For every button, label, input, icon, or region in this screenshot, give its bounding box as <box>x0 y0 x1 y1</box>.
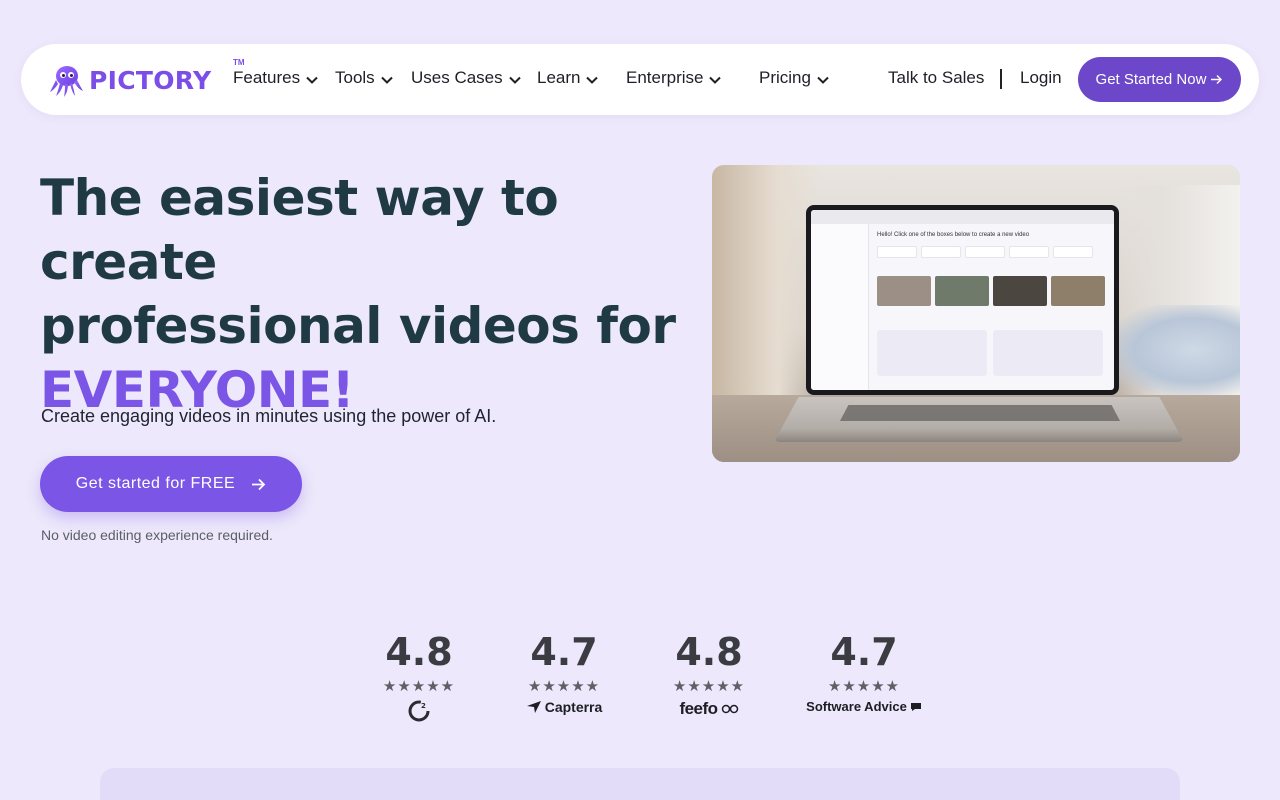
brand-name: Software Advice <box>806 699 907 714</box>
screen-option-box <box>1053 246 1093 258</box>
g2-logo-icon: 2 <box>349 699 489 723</box>
recent-project-thumb <box>1051 276 1105 306</box>
button-label: Get started for FREE <box>75 475 236 492</box>
nav-item-label: Enterprise <box>626 68 704 87</box>
button-label: Get Started Now <box>1095 71 1207 88</box>
chevron-down-icon <box>817 76 829 84</box>
capterra-logo-icon <box>526 701 541 713</box>
rating-g2: 4.8 ★★★★★ 2 <box>349 630 489 723</box>
hero-subtitle: Create engaging videos in minutes using … <box>41 406 497 426</box>
brand-name: Capterra <box>544 699 603 715</box>
svg-text:2: 2 <box>421 702 426 710</box>
talk-to-sales-link[interactable]: Talk to Sales <box>888 68 984 88</box>
hero-headline-line2: professional videos for <box>40 297 676 355</box>
screen-greeting: Hello! Click one of the boxes below to c… <box>877 232 1030 238</box>
recent-project-thumb <box>877 276 931 306</box>
browser-bar <box>811 210 1114 224</box>
recent-project-thumb <box>993 276 1047 306</box>
hero-headline-line1: The easiest way to create <box>40 169 559 291</box>
rating-value: 4.7 <box>530 630 598 674</box>
capterra-logo: Capterra <box>494 699 634 715</box>
nav-item-label: Uses Cases <box>411 68 503 87</box>
logo-wordmark: PICTORY <box>89 65 212 95</box>
rating-value: 4.8 <box>675 630 743 674</box>
hero-headline: The easiest way to create professional v… <box>40 166 700 422</box>
chevron-down-icon <box>709 76 722 84</box>
nav-item-features[interactable]: Features <box>233 68 318 88</box>
nav-item-label: Features <box>233 68 301 87</box>
screen-option-box <box>877 246 917 258</box>
arrow-right-icon <box>1211 75 1223 84</box>
chevron-down-icon <box>380 76 393 84</box>
software-advice-logo-icon <box>910 702 921 711</box>
top-navigation-bar: PICTORY TM Features Tools Uses Cases Lea… <box>21 44 1259 115</box>
rating-value: 4.8 <box>385 630 453 674</box>
app-screenshot: Hello! Click one of the boxes below to c… <box>811 210 1114 390</box>
rating-value: 4.7 <box>830 630 898 674</box>
get-started-free-button[interactable]: Get started for FREE <box>40 456 302 512</box>
rating-feefo: 4.8 ★★★★★ feefo <box>639 630 779 719</box>
next-section-panel <box>100 768 1180 800</box>
rating-stars: ★★★★★ <box>827 678 901 695</box>
hero-product-image: Hello! Click one of the boxes below to c… <box>712 165 1240 462</box>
screen-option-box <box>965 246 1005 258</box>
hero-note: No video editing experience required. <box>41 527 273 543</box>
chevron-down-icon <box>306 76 318 84</box>
nav-item-label: Tools <box>335 68 375 87</box>
feefo-logo: feefo <box>639 699 779 719</box>
background-pillow <box>1110 305 1240 395</box>
login-link[interactable]: Login <box>1020 68 1062 88</box>
laptop-keyboard <box>840 405 1120 421</box>
rating-stars: ★★★★★ <box>382 678 456 695</box>
rating-software-advice: 4.7 ★★★★★ Software Advice <box>794 630 934 714</box>
nav-item-label: Learn <box>537 68 581 87</box>
recent-project-thumb <box>935 276 989 306</box>
nav-item-tools[interactable]: Tools <box>335 68 393 88</box>
brand-name: feefo <box>679 699 718 718</box>
nav-item-label: Pricing <box>759 68 811 87</box>
nav-divider <box>1000 69 1002 89</box>
nav-item-learn[interactable]: Learn <box>537 68 599 88</box>
chevron-down-icon <box>508 76 521 84</box>
get-started-now-button[interactable]: Get Started Now <box>1078 57 1241 102</box>
screen-option-box <box>1009 246 1049 258</box>
rating-stars: ★★★★★ <box>527 678 601 695</box>
nav-item-enterprise[interactable]: Enterprise <box>626 68 722 88</box>
feefo-logo-icon <box>721 704 738 714</box>
nav-item-use-cases[interactable]: Uses Cases <box>411 68 521 88</box>
octopus-logo-icon <box>50 66 83 97</box>
pictory-logo[interactable]: PICTORY TM <box>49 58 245 100</box>
discover-card <box>877 330 987 376</box>
trademark-mark: TM <box>233 58 245 67</box>
app-sidebar <box>811 224 869 390</box>
rating-stars: ★★★★★ <box>672 678 746 695</box>
screen-option-box <box>921 246 961 258</box>
arrow-right-icon <box>252 478 266 490</box>
laptop-screen: Hello! Click one of the boxes below to c… <box>806 205 1119 395</box>
nav-item-pricing[interactable]: Pricing <box>759 68 829 88</box>
software-advice-logo: Software Advice <box>794 699 934 714</box>
chevron-down-icon <box>586 76 599 84</box>
discover-card <box>993 330 1103 376</box>
rating-capterra: 4.7 ★★★★★ Capterra <box>494 630 634 715</box>
